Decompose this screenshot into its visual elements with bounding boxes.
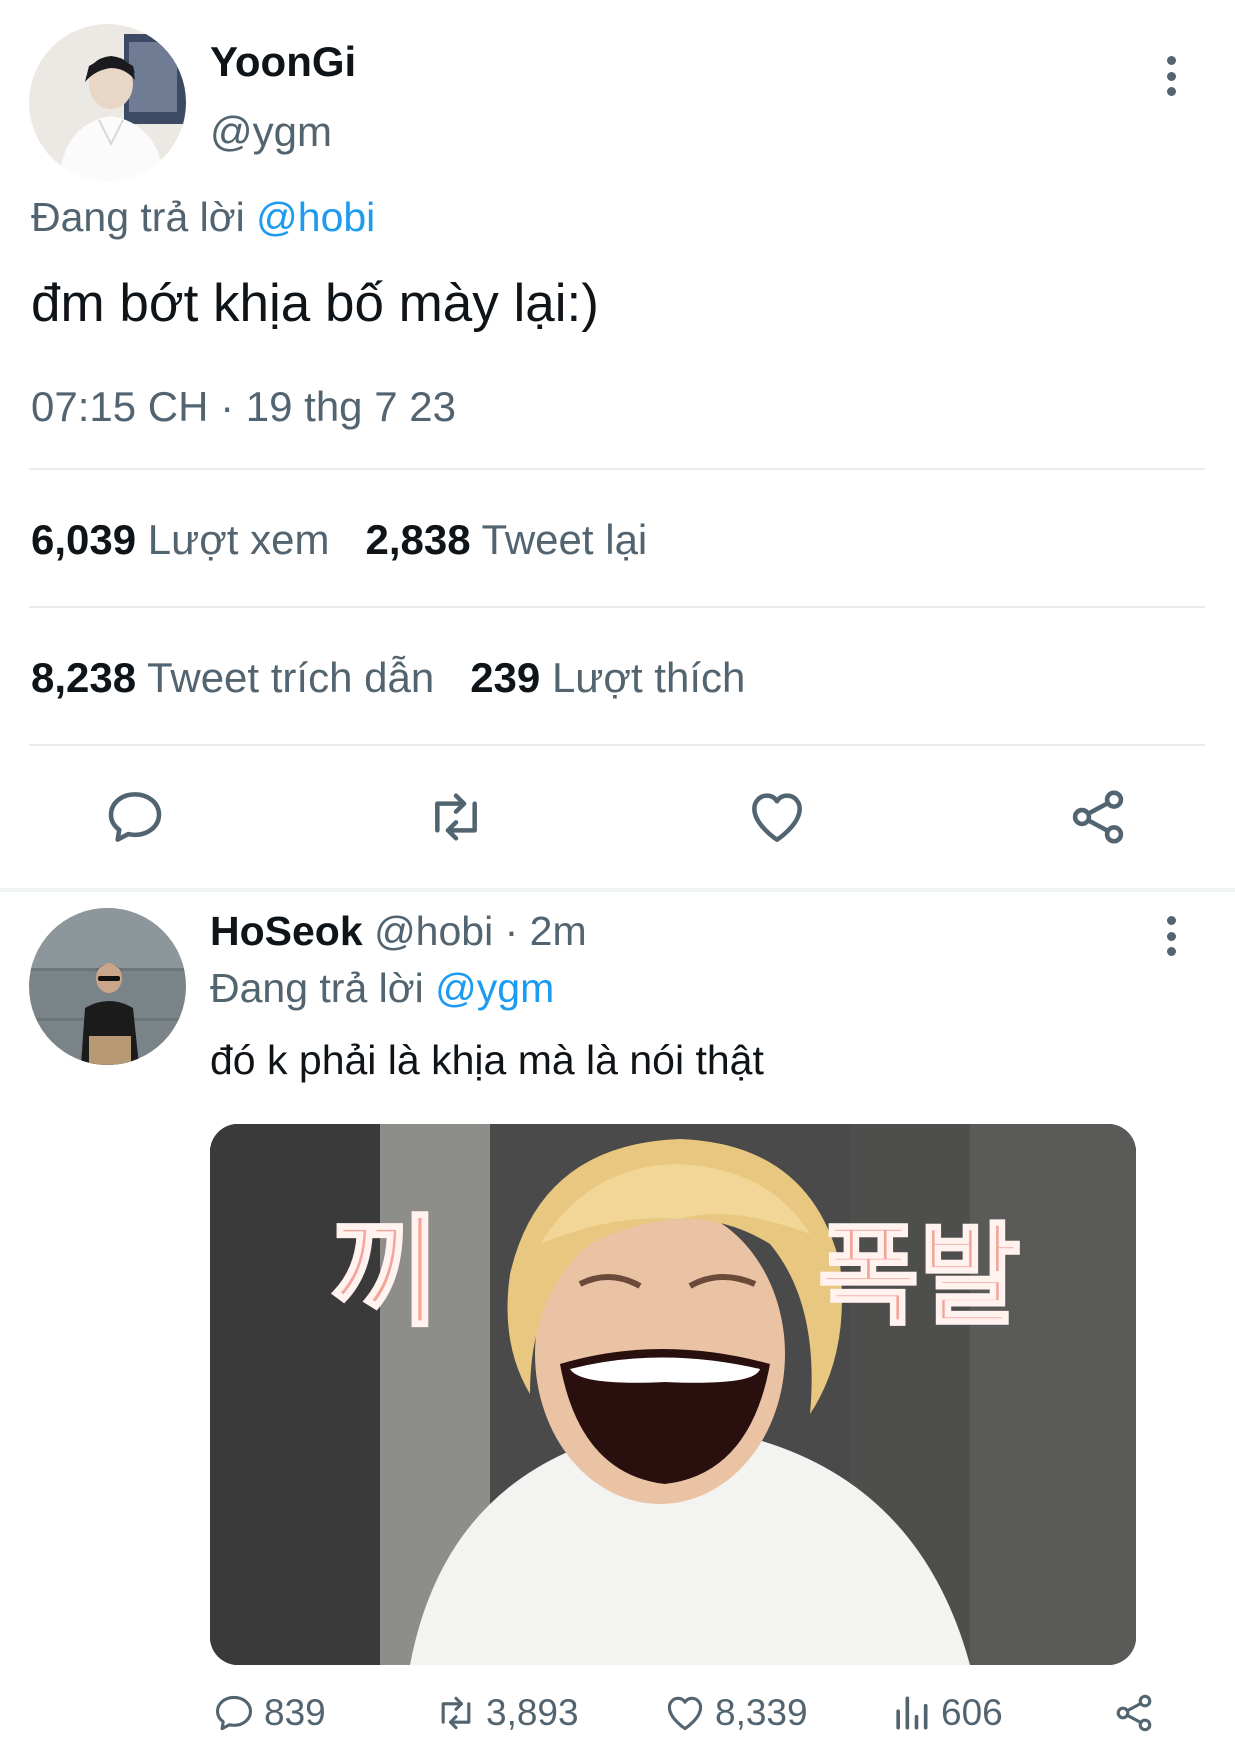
quotes-stat[interactable]: 8,238 Tweet trích dẫn bbox=[31, 654, 434, 701]
likes-stat[interactable]: 239 Lượt thích bbox=[470, 654, 745, 701]
reply-icon[interactable] bbox=[103, 785, 167, 849]
avatar-yoongi[interactable] bbox=[29, 24, 186, 181]
mention-link[interactable]: @hobi bbox=[256, 194, 375, 240]
more-options-icon[interactable] bbox=[1156, 912, 1186, 960]
retweet-action[interactable]: 3,893 bbox=[434, 1688, 579, 1738]
reply-time: · 2m bbox=[504, 908, 587, 954]
tweet-text: đm bớt khịa bố mày lại:) bbox=[31, 274, 599, 333]
section-separator bbox=[0, 888, 1235, 892]
views-icon bbox=[896, 1696, 928, 1730]
reply-icon bbox=[215, 1695, 253, 1731]
user-handle[interactable]: @ygm bbox=[210, 108, 332, 156]
tweet-timestamp[interactable]: 07:15 CH · 19 thg 7 23 bbox=[31, 383, 456, 431]
retweet-icon[interactable] bbox=[424, 785, 488, 849]
avatar-hoseok[interactable] bbox=[29, 908, 186, 1065]
reply-text: đó k phải là khịa mà là nói thật bbox=[210, 1037, 764, 1083]
divider bbox=[29, 468, 1205, 470]
divider bbox=[29, 744, 1205, 746]
retweets-stat[interactable]: 2,838 Tweet lại bbox=[365, 516, 647, 563]
reply-handle[interactable]: @hobi bbox=[374, 908, 493, 954]
replying-to-label: Đang trả lời bbox=[31, 194, 245, 240]
replying-to: Đang trả lời @hobi bbox=[31, 194, 375, 241]
share-icon bbox=[1116, 1694, 1152, 1732]
divider bbox=[29, 606, 1205, 608]
retweet-count: 3,893 bbox=[486, 1692, 579, 1733]
like-action[interactable]: 8,339 bbox=[663, 1688, 808, 1738]
reply-header: HoSeok @hobi · 2m bbox=[210, 908, 587, 955]
like-count: 8,339 bbox=[715, 1692, 808, 1733]
views-action[interactable]: 606 bbox=[889, 1688, 1003, 1738]
reply-display-name[interactable]: HoSeok bbox=[210, 908, 363, 954]
sign-left-text: 끼 bbox=[330, 1204, 440, 1343]
sign-right-text: 폭발 bbox=[818, 1212, 1020, 1340]
retweet-icon bbox=[441, 1696, 471, 1730]
views-count: 606 bbox=[941, 1692, 1003, 1733]
like-icon[interactable] bbox=[745, 785, 809, 849]
replying-to-label: Đang trả lời bbox=[210, 965, 424, 1011]
stats-row-2: 8,238 Tweet trích dẫn 239 Lượt thích bbox=[31, 654, 745, 702]
like-icon bbox=[667, 1696, 703, 1731]
share-action[interactable] bbox=[1112, 1688, 1164, 1738]
reply-count: 839 bbox=[264, 1692, 326, 1733]
replying-to: Đang trả lời @ygm bbox=[210, 965, 554, 1012]
reply-reply-action[interactable]: 839 bbox=[212, 1688, 326, 1738]
display-name[interactable]: YoonGi bbox=[210, 38, 356, 86]
media-image[interactable]: 끼 폭발 bbox=[210, 1124, 1136, 1665]
more-options-icon[interactable] bbox=[1156, 52, 1186, 100]
stats-row-1: 6,039 Lượt xem 2,838 Tweet lại bbox=[31, 516, 647, 564]
share-icon[interactable] bbox=[1066, 785, 1130, 849]
views-stat[interactable]: 6,039 Lượt xem bbox=[31, 516, 329, 563]
mention-link[interactable]: @ygm bbox=[435, 965, 554, 1011]
